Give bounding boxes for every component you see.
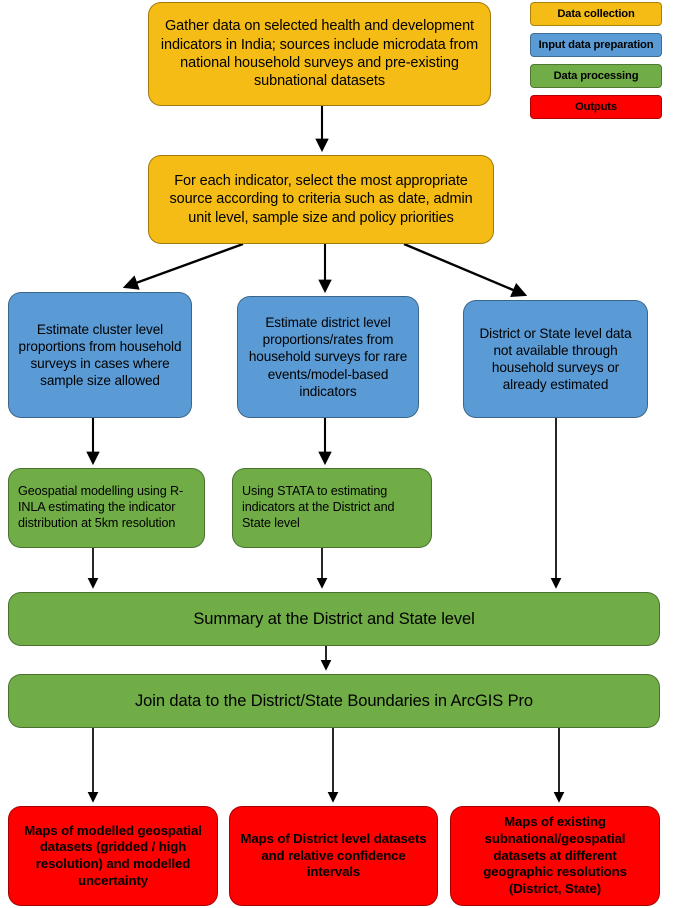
node-select-source[interactable]: For each indicator, select the most appr… (148, 155, 494, 244)
node-data-not-available-label: District or State level data not availab… (479, 325, 632, 393)
node-geospatial-modelling[interactable]: Geospatial modelling using R-INLA estima… (8, 468, 205, 548)
flowchart-canvas: Gather data on selected health and devel… (0, 0, 685, 908)
legend-item-data-collection-label: Data collection (557, 8, 635, 20)
node-geospatial-modelling-label: Geospatial modelling using R-INLA estima… (18, 484, 184, 530)
node-output-modelled-geospatial[interactable]: Maps of modelled geospatial datasets (gr… (8, 806, 218, 906)
node-output-modelled-geospatial-label: Maps of modelled geospatial datasets (gr… (24, 822, 202, 888)
legend-item-outputs-label: Outputs (575, 101, 617, 113)
legend-item-data-processing: Data processing (530, 64, 662, 88)
node-select-source-label: For each indicator, select the most appr… (169, 173, 473, 226)
node-output-district-datasets-label: Maps of District level datasets and rela… (240, 831, 427, 880)
legend-item-input-data-preparation: Input data preparation (530, 33, 662, 57)
node-join-boundaries-arcgis-label: Join data to the District/State Boundari… (135, 691, 533, 710)
legend-item-data-collection: Data collection (530, 2, 662, 26)
node-gather-data-label: Gather data on selected health and devel… (160, 18, 479, 90)
node-estimate-district-level[interactable]: Estimate district level proportions/rate… (237, 296, 419, 418)
legend-item-outputs: Outputs (530, 95, 662, 119)
legend: Data collection Input data preparation D… (530, 2, 662, 126)
node-estimate-district-level-label: Estimate district level proportions/rate… (248, 315, 408, 399)
legend-item-input-data-preparation-label: Input data preparation (538, 39, 654, 51)
node-summary-district-state-label: Summary at the District and State level (193, 609, 475, 628)
node-gather-data[interactable]: Gather data on selected health and devel… (148, 2, 491, 106)
node-estimate-cluster-level[interactable]: Estimate cluster level proportions from … (8, 292, 192, 418)
connector-layer (86, 106, 565, 803)
node-output-existing-datasets-label: Maps of existing subnational/geospatial … (483, 814, 627, 896)
node-join-boundaries-arcgis[interactable]: Join data to the District/State Boundari… (8, 674, 660, 728)
node-stata-estimation[interactable]: Using STATA to estimating indicators at … (232, 468, 432, 548)
node-stata-estimation-label: Using STATA to estimating indicators at … (242, 484, 395, 530)
node-output-existing-datasets[interactable]: Maps of existing subnational/geospatial … (450, 806, 660, 906)
connector-select-to-notavailable (403, 242, 528, 298)
node-summary-district-state[interactable]: Summary at the District and State level (8, 592, 660, 646)
connector-select-to-cluster (122, 242, 244, 290)
node-output-district-datasets[interactable]: Maps of District level datasets and rela… (229, 806, 438, 906)
node-data-not-available[interactable]: District or State level data not availab… (463, 300, 648, 418)
legend-item-data-processing-label: Data processing (553, 70, 639, 82)
node-estimate-cluster-level-label: Estimate cluster level proportions from … (18, 321, 182, 389)
